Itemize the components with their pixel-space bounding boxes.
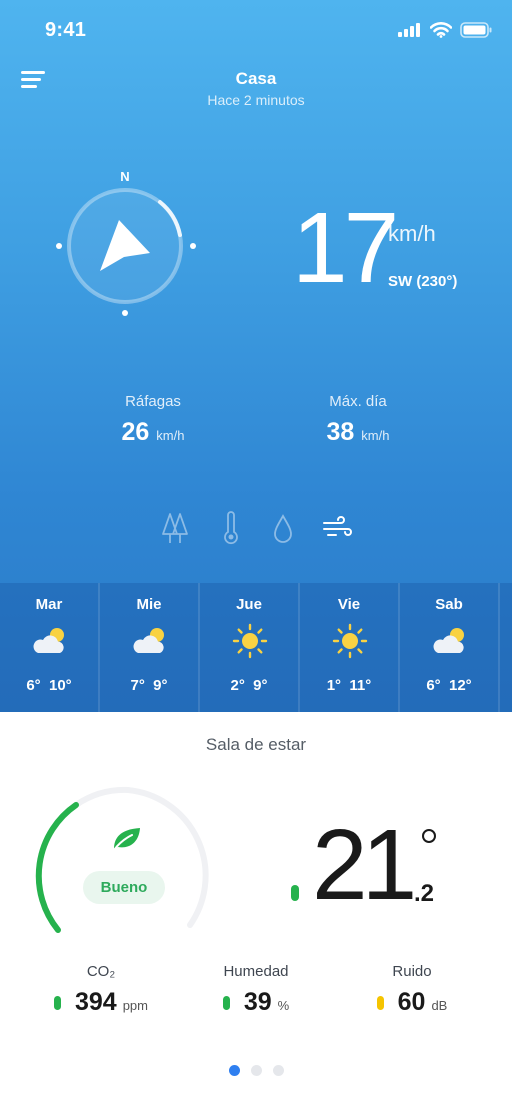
wind-speed: 17 [292,192,399,304]
forecast-day-name: Jue [236,596,262,613]
forecast-max: 9° [153,677,168,694]
forecast-min: 6° [426,677,441,694]
forecast-day[interactable]: Mie 7° 9° [100,583,200,712]
daily-max-label: Máx. día [329,393,387,410]
noise-unit: dB [431,998,448,1013]
humidity-unit: % [277,998,290,1013]
humidity-status-dot [222,995,230,1010]
co2-unit: ppm [122,998,148,1013]
wind-direction: SW (230°) [388,273,458,290]
degree-symbol [422,829,436,843]
humidity-value: 39 [243,988,272,1016]
gusts-stat: Ráfagas 26 km/h [73,393,233,447]
gusts-label: Ráfagas [125,393,181,410]
air-quality-badge: Bueno [83,871,165,904]
forecast-min: 7° [130,677,145,694]
signal-icon [398,23,420,37]
forecast-max: 10° [49,677,72,694]
co2-status-dot [53,995,61,1010]
noise-label: Ruido [392,963,432,980]
partly-cloudy-icon [33,628,64,653]
sun-icon [332,623,368,659]
co2-metric[interactable]: CO₂ 394 ppm [26,963,176,1017]
forecast-min: 6° [26,677,41,694]
noise-status-dot [376,995,384,1010]
forecast-strip: Mar 6° 10° Mie 7° 9° Jue 2° 9° Vie 1° 11… [0,583,512,712]
forecast-day-name: Mar [35,596,63,613]
page-dot-1[interactable] [228,1065,240,1076]
co2-value: 394 [74,988,117,1016]
air-quality-gauge [35,786,209,933]
drop-icon[interactable] [267,510,299,546]
compass-north-label: N [120,169,129,184]
last-updated: Hace 2 minutos [207,92,305,108]
wifi-icon [430,22,452,38]
forecast-day-name: Sab [435,596,463,613]
forecast-day-partial [500,583,512,712]
sun-icon [232,623,268,659]
page-dot-3[interactable] [272,1065,284,1076]
daily-max-value: 38 [326,418,355,446]
thermometer-icon[interactable] [215,510,247,546]
daily-max-stat: Máx. día 38 km/h [278,393,438,447]
humidity-metric[interactable]: Humedad 39 % [181,963,331,1017]
forecast-min: 1° [326,677,342,694]
battery-icon [460,22,492,38]
gusts-unit: km/h [156,428,185,443]
forecast-day-name: Mie [136,596,162,613]
temperature-status-dot [291,885,299,901]
page-indicator [0,1065,512,1076]
noise-value: 60 [397,988,426,1016]
forecast-min: 2° [230,677,245,694]
location-title: Casa [235,69,277,88]
wind-speed-unit: km/h [388,221,436,246]
forecast-max: 9° [253,677,268,694]
forecast-day[interactable]: Sab 6° 12° [400,583,500,712]
page-dot-2[interactable] [250,1065,262,1076]
metric-tabs [160,510,360,550]
tree-icon[interactable] [160,510,192,546]
forecast-max: 12° [449,677,472,694]
status-time: 9:41 [45,19,87,41]
daily-max-unit: km/h [361,428,390,443]
forecast-day[interactable]: Vie 1° 11° [300,583,400,712]
noise-metric[interactable]: Ruido 60 dB [337,963,487,1017]
forecast-day-name: Vie [337,596,361,613]
forecast-max: 11° [349,677,372,694]
wind-icon[interactable] [322,510,354,546]
partly-cloudy-icon [133,628,164,653]
forecast-day[interactable]: Jue 2° 9° [200,583,300,712]
gusts-value: 26 [121,418,150,446]
room-title: Sala de estar [205,735,307,754]
humidity-label: Humedad [223,963,289,980]
status-icons [398,22,492,38]
weather-panel: 9:41 Casa Hace 2 minutos N 17 km/h SW (2… [0,0,512,712]
leaf-icon [113,828,140,851]
temperature-value: 21 [312,809,417,921]
status-bar: 9:41 [0,0,512,60]
co2-label: CO₂ [86,963,116,980]
partly-cloudy-icon [433,628,464,653]
forecast-day[interactable]: Mar 6° 10° [0,583,100,712]
temperature-decimal: .2 [414,880,435,907]
compass-icon: N [56,169,196,316]
